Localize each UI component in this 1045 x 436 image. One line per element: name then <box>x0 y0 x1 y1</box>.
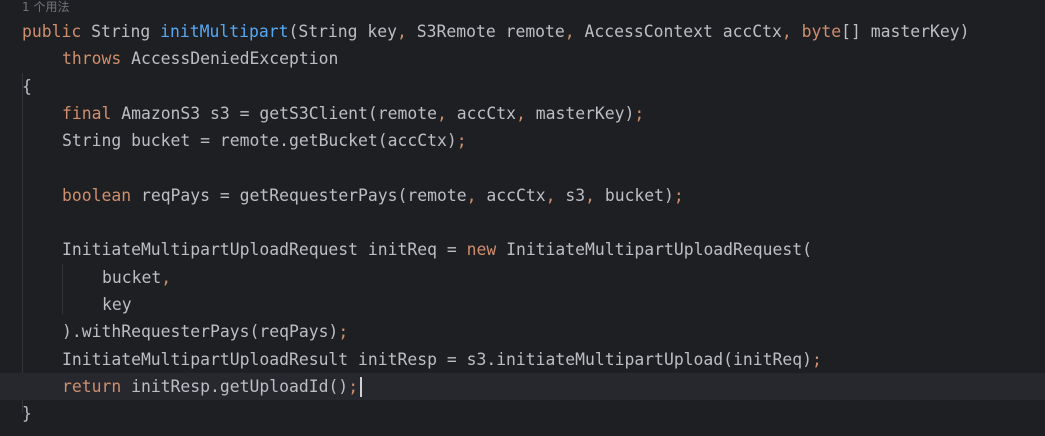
code-line[interactable] <box>22 154 1045 181</box>
code-line[interactable]: final AmazonS3 s3 = getS3Client(remote, … <box>22 100 1045 127</box>
code-line[interactable] <box>22 209 1045 236</box>
code-token: bucket) <box>604 185 674 205</box>
code-line[interactable]: ).withRequesterPays(reqPays); <box>22 318 1045 345</box>
code-token: } <box>22 404 32 424</box>
code-line[interactable]: InitiateMultipartUploadResult initResp =… <box>22 346 1045 373</box>
code-line[interactable]: bucket, <box>22 264 1045 291</box>
code-token: ; <box>338 322 349 342</box>
code-token: new <box>466 240 507 260</box>
code-token: S3Remote remote <box>416 22 565 41</box>
code-token: return <box>62 376 132 396</box>
code-token: ; <box>634 103 645 123</box>
code-token: accCtx <box>456 103 516 123</box>
code-line[interactable]: } <box>22 400 1045 427</box>
code-token: final <box>62 103 122 123</box>
code-token: ; <box>348 376 359 396</box>
code-token: byte <box>801 22 842 41</box>
code-token: boolean <box>62 185 141 205</box>
code-token: , <box>466 185 487 205</box>
code-token: AmazonS3 s3 = getS3Client(remote <box>121 103 437 123</box>
code-token: InitiateMultipartUploadResult initResp =… <box>62 349 812 369</box>
text-caret <box>360 377 363 398</box>
usage-hint[interactable]: 1 个用法 <box>22 0 69 14</box>
code-token: , <box>437 103 457 123</box>
code-token: [] masterKey) <box>841 22 970 41</box>
code-token: public <box>22 22 92 41</box>
code-token: masterKey) <box>535 103 635 123</box>
code-line[interactable]: public String initMultipart(String key, … <box>22 18 1045 45</box>
code-line[interactable]: key <box>22 291 1045 318</box>
code-token: { <box>22 76 32 96</box>
code-token: key <box>102 294 132 314</box>
code-token: s3 <box>565 185 586 205</box>
code-token: throws <box>62 49 132 69</box>
code-line[interactable]: throws AccessDeniedException <box>22 45 1045 72</box>
code-token: initResp.getUploadId() <box>131 376 349 396</box>
code-token: InitiateMultipartUploadRequest initReq = <box>62 240 467 260</box>
code-line[interactable]: InitiateMultipartUploadRequest initReq =… <box>22 236 1045 263</box>
code-line[interactable]: boolean reqPays = getRequesterPays(remot… <box>22 182 1045 209</box>
code-token: , <box>585 185 605 205</box>
code-token: , <box>161 267 172 287</box>
code-token: reqPays = getRequesterPays(remote <box>140 185 467 205</box>
code-token: ).withRequesterPays(reqPays) <box>62 322 339 342</box>
code-token: bucket <box>102 267 162 287</box>
code-line[interactable]: { <box>22 73 1045 100</box>
code-token: (String key <box>288 22 398 41</box>
code-editor[interactable]: 1 个用法 public String initMultipart(String… <box>0 0 1045 436</box>
code-token: , <box>515 103 536 123</box>
code-token: String <box>91 22 161 41</box>
code-token: , <box>545 185 566 205</box>
code-token: , <box>397 22 417 41</box>
code-token: String bucket = remote.getBucket(accCtx) <box>62 131 457 151</box>
code-token: AccessDeniedException <box>131 49 339 69</box>
code-line-current[interactable]: return initResp.getUploadId(); <box>0 372 1045 401</box>
code-line[interactable]: String bucket = remote.getBucket(accCtx)… <box>22 127 1045 154</box>
code-token: , <box>781 22 802 41</box>
code-token: , <box>564 22 585 41</box>
code-token: InitiateMultipartUploadRequest( <box>506 240 812 260</box>
code-token: ; <box>673 185 684 205</box>
code-token: ; <box>456 131 467 151</box>
code-token: accCtx <box>486 185 546 205</box>
code-area[interactable]: public String initMultipart(String key, … <box>0 18 1045 427</box>
code-token: ; <box>811 349 822 369</box>
code-token: AccessContext accCtx <box>584 22 782 41</box>
code-token: initMultipart <box>160 22 289 41</box>
